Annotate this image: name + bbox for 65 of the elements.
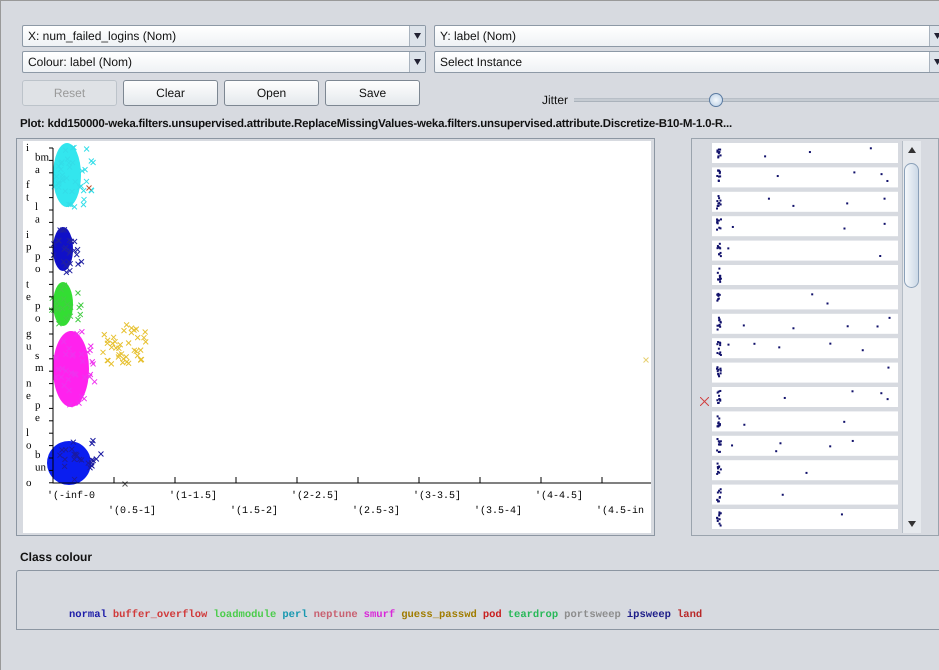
y-axis-label: p — [35, 250, 40, 263]
y-axis-label: l — [35, 201, 38, 213]
dropdown[interactable]: X: num_failed_logins (Nom) — [22, 25, 426, 47]
class-label: buffer_overflow — [112, 609, 208, 621]
y-axis-label: a — [35, 164, 40, 176]
class-label: ipsweep — [626, 609, 671, 621]
scroll-up-icon[interactable] — [908, 147, 916, 153]
class-label: pod — [482, 609, 502, 621]
class-label: perl — [282, 609, 308, 621]
y-axis-label: m — [35, 362, 44, 374]
x-axis-label: '(2.5-3] — [352, 506, 400, 517]
class-label: normal — [69, 609, 107, 621]
class-label: portsweep — [564, 609, 621, 621]
class-label: land — [676, 609, 702, 621]
y-axis-label: bm — [35, 151, 50, 164]
cross-icon — [700, 397, 710, 406]
y-axis-label: f — [26, 179, 30, 192]
y-axis-label: t — [26, 192, 30, 204]
y-axis-label: l — [26, 427, 30, 440]
class-label: neptune — [314, 609, 358, 621]
jitter-label: Jitter — [542, 93, 568, 107]
dropdown[interactable]: Select Instance — [434, 51, 939, 73]
plot-title: Plot: kdd150000-weka.filters.unsupervised.attribute.ReplaceMissingValues-weka.filters.unsupervised.attribute.Discretize-B10-M-1.0-R... — [20, 118, 733, 130]
x-axis-label: '(-inf-0 — [47, 491, 96, 502]
toolbar-button[interactable]: Open — [224, 80, 319, 106]
y-axis-label: u — [26, 340, 32, 352]
x-axis-label: '(4.5-in — [596, 506, 644, 517]
class-label: teardrop — [508, 609, 558, 621]
class-label: guess_passwd — [401, 609, 477, 621]
scrollbar-thumb[interactable] — [904, 163, 920, 288]
toolbar-button[interactable]: Clear — [123, 80, 218, 106]
dropdown[interactable]: Colour: label (Nom) — [22, 51, 426, 73]
y-axis-label: o — [26, 440, 32, 452]
x-axis-label: '(1.5-2] — [230, 506, 278, 517]
toolbar-button[interactable]: Save — [325, 80, 420, 106]
scrollbar[interactable] — [902, 141, 922, 533]
x-axis-label: '(3-3.5] — [413, 491, 462, 502]
dropdown[interactable]: Y: label (Nom) — [434, 25, 939, 47]
y-axis-label: p — [26, 241, 32, 254]
x-axis-label: '(2-2.5] — [291, 491, 340, 502]
x-axis-label: '(0.5-1] — [108, 506, 156, 517]
y-axis-label: s — [35, 350, 40, 362]
y-axis-label: e — [26, 290, 31, 303]
x-axis-label: '(4-4.5] — [535, 491, 584, 502]
y-axis-label: g — [26, 328, 32, 340]
y-axis-label: i — [26, 142, 30, 154]
y-axis-label: p — [35, 300, 40, 312]
section-title: Class colour — [20, 550, 94, 564]
y-axis-label: p — [35, 399, 40, 412]
y-axis-label: a — [35, 213, 40, 226]
y-axis-label: o — [35, 263, 40, 275]
y-axis-label: b — [35, 449, 40, 461]
x-axis-label: '(3.5-4] — [474, 506, 522, 517]
y-axis-label: o — [26, 476, 32, 489]
class-label: loadmodule — [213, 609, 276, 621]
y-axis-label: n — [26, 378, 32, 390]
y-axis-label: i — [26, 228, 30, 241]
y-axis-label: t — [26, 278, 30, 290]
class-label: smurf — [364, 609, 396, 621]
y-axis-label: e — [26, 390, 31, 402]
y-axis-label: e — [35, 412, 40, 424]
y-axis-label: o — [35, 312, 40, 325]
scroll-down-icon[interactable] — [908, 521, 916, 527]
x-axis-label: '(1-1.5] — [169, 491, 218, 502]
y-axis-label: un — [35, 461, 46, 474]
